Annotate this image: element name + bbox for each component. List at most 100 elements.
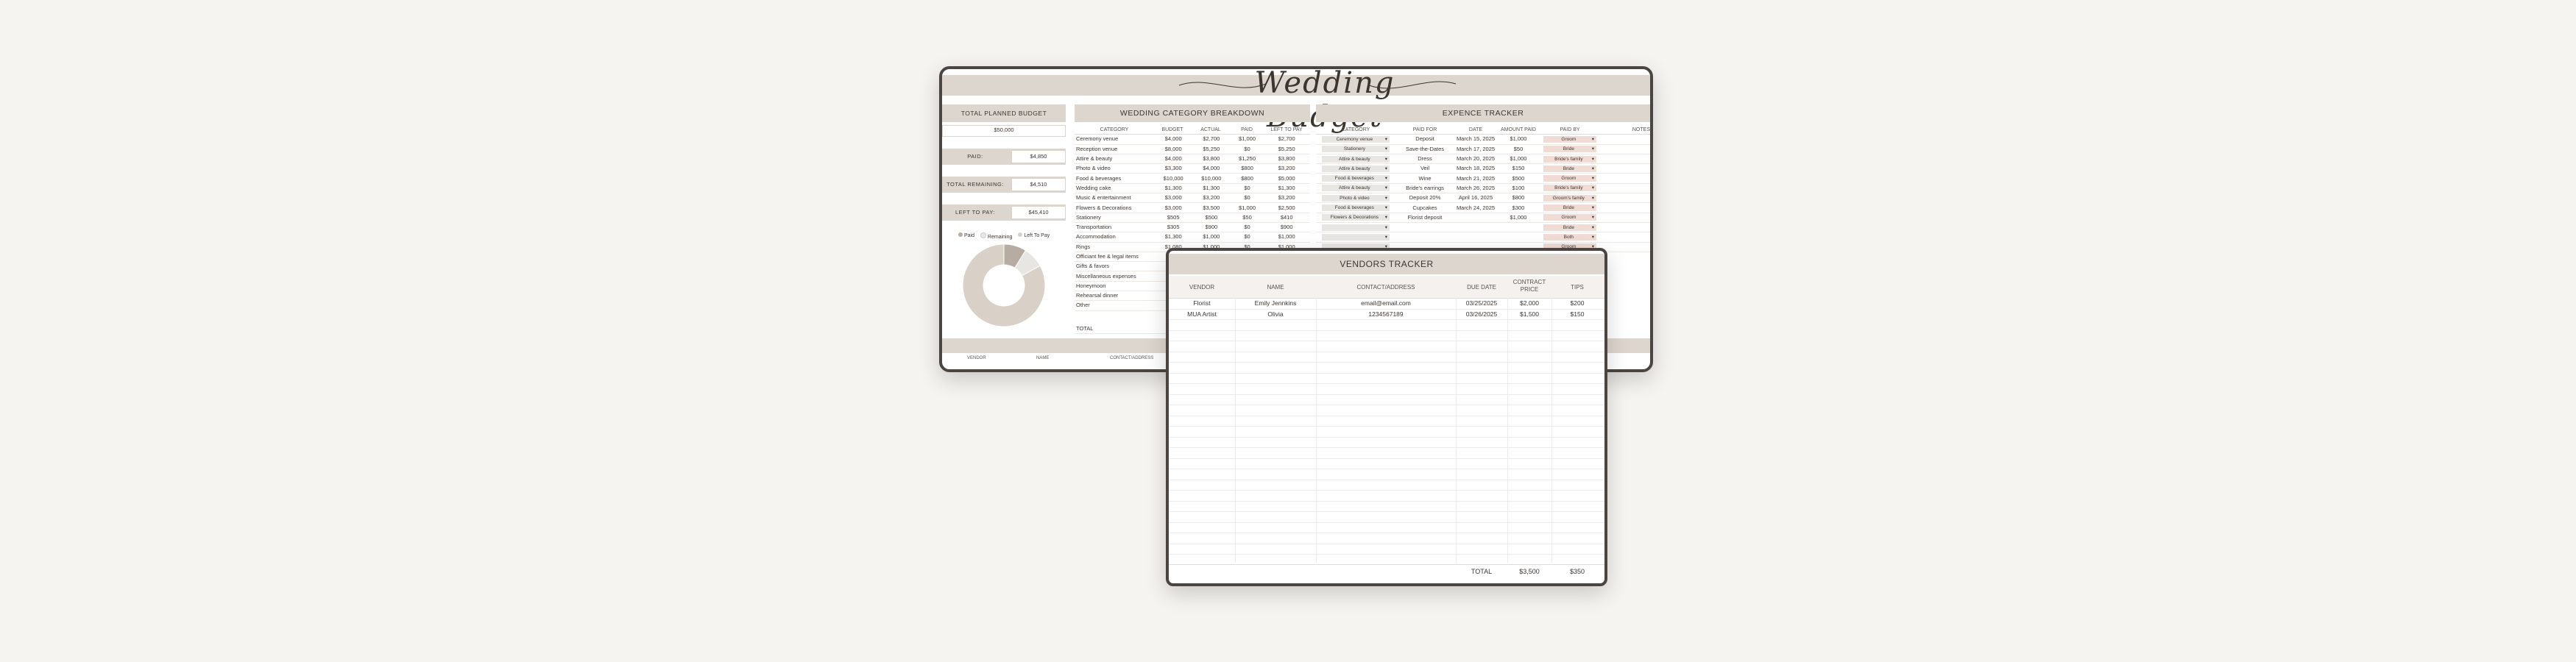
expense-row: Attire & beauty ▾ Veil March 18, 2025 $150 B…	[1316, 164, 1650, 174]
breakdown-category: Rings	[1076, 243, 1091, 250]
vendor-contract-price: $1,500	[1520, 310, 1539, 318]
breakdown-row: Ceremony venue $4,000 $2,700 $1,000 $2,700	[1075, 135, 1310, 145]
expense-paid-for: Florist deposit	[1407, 213, 1443, 221]
expense-date: March 26, 2025	[1456, 184, 1496, 191]
expense-paid-by-select[interactable]: Groom ▾	[1543, 214, 1596, 221]
vendors-total-price: $3,500	[1519, 568, 1540, 575]
chevron-down-icon: ▾	[1384, 215, 1387, 221]
expense-paid-by-select[interactable]: Bride ▾	[1543, 204, 1596, 212]
breakdown-budget: $4,000	[1164, 155, 1182, 163]
expense-amount: $500	[1512, 174, 1525, 182]
breakdown-row: Photo & video $3,300 $4,000 $800 $3,200	[1075, 164, 1310, 174]
expense-category-value: Attire & beauty	[1339, 156, 1370, 162]
breakdown-paid: $0	[1244, 184, 1250, 191]
breakdown-row: Accommodation $1,300 $1,000 $0 $1,000	[1075, 232, 1310, 243]
expense-category-value: Stationery	[1343, 146, 1365, 152]
breakdown-actual: $5,250	[1203, 145, 1220, 152]
chevron-down-icon: ▾	[1591, 146, 1594, 152]
grid-line	[1169, 458, 1604, 459]
breakdown-row: Wedding cake $1,300 $1,300 $0 $1,300	[1075, 184, 1310, 194]
breakdown-header: WEDDING CATEGORY BREAKDOWN	[1075, 104, 1310, 122]
expense-paid-by-select[interactable]: Bride ▾	[1543, 146, 1596, 153]
vendor-name: Olivia	[1267, 310, 1284, 318]
breakdown-category: Flowers & Decorations	[1076, 204, 1132, 211]
vendor-tips: $200	[1570, 299, 1585, 307]
expense-category-select[interactable]: Stationery ▾	[1322, 146, 1390, 153]
expense-amount: $300	[1512, 204, 1525, 211]
expense-paid-by-select[interactable]: Groom ▾	[1543, 175, 1596, 182]
vendors-back-col-contact: CONTACT/ADDRESS	[1110, 356, 1154, 360]
vendors-back-col-vendor: VENDOR	[967, 356, 986, 360]
breakdown-paid: $0	[1244, 194, 1250, 202]
budget-donut-chart	[962, 243, 1046, 327]
planned-budget-header: TOTAL PLANNED BUDGET	[942, 104, 1066, 122]
expense-paid-by-select[interactable]: Bride ▾	[1543, 165, 1596, 172]
left-label: LEFT TO PAY:	[955, 209, 996, 216]
grid-line	[1169, 522, 1604, 523]
expense-category-select[interactable]: Attire & beauty ▾	[1322, 165, 1390, 172]
expense-category-select[interactable]: Flowers & Decorations ▾	[1322, 214, 1390, 221]
expense-category-select[interactable]: Photo & video ▾	[1322, 194, 1390, 202]
grid-line	[1169, 330, 1604, 331]
breakdown-row: Attire & beauty $4,000 $3,800 $1,250 $3,800	[1075, 154, 1310, 165]
breakdown-row: Music & entertainment $3,000 $3,200 $0 $3,20…	[1075, 193, 1310, 204]
expense-category-select[interactable]: Food & beverages ▾	[1322, 204, 1390, 212]
expense-category-select[interactable]: ▾	[1322, 224, 1390, 231]
expense-paid-by-select[interactable]: Both ▾	[1543, 233, 1596, 241]
breakdown-category: Miscellaneous expenses	[1076, 272, 1136, 280]
vendors-col-due: DUE DATE	[1467, 284, 1496, 291]
chevron-down-icon: ▾	[1384, 156, 1387, 162]
expense-date: March 17, 2025	[1456, 145, 1496, 152]
breakdown-left: $2,500	[1278, 204, 1295, 211]
expense-paid-by-select[interactable]: Bride's family ▾	[1543, 185, 1596, 192]
expense-date: March 20, 2025	[1456, 155, 1496, 163]
expense-category-select[interactable]: Food & beverages ▾	[1322, 175, 1390, 182]
expense-category-select[interactable]: ▾	[1322, 233, 1390, 241]
breakdown-paid: $0	[1244, 233, 1250, 241]
grid-line	[1169, 383, 1604, 384]
chevron-down-icon: ▾	[1591, 166, 1594, 171]
expense-paid-by-select[interactable]: Bride's family ▾	[1543, 155, 1596, 163]
breakdown-left: $2,700	[1278, 135, 1295, 143]
expense-paid-by-select[interactable]: Groom's family ▾	[1543, 194, 1596, 202]
expense-paid-for: Save-the-Dates	[1405, 145, 1445, 152]
expense-amount: $1,000	[1510, 155, 1527, 163]
chevron-down-icon: ▾	[1591, 136, 1594, 142]
expense-paid-by-select[interactable]: Bride ▾	[1543, 224, 1596, 231]
expense-row: Attire & beauty ▾ Bride's earrings March 2…	[1316, 184, 1650, 194]
expense-category-select[interactable]: Ceremony venue ▾	[1322, 135, 1390, 143]
vendors-tracker-sheet: VENDORS TRACKER VENDOR NAME CONTACT/ADDR…	[1166, 248, 1607, 586]
vendor-name: Emily Jennkins	[1254, 299, 1297, 307]
breakdown-left: $1,300	[1278, 184, 1295, 191]
expense-paid-for: Cupcakes	[1412, 204, 1437, 211]
chevron-down-icon: ▾	[1591, 224, 1594, 230]
breakdown-budget: $10,000	[1163, 174, 1183, 182]
breakdown-category: Stationery	[1076, 213, 1101, 221]
expense-category-select[interactable]: Attire & beauty ▾	[1322, 155, 1390, 163]
breakdown-paid: $800	[1241, 165, 1253, 172]
expense-paid-by-value: Bride	[1563, 205, 1574, 211]
vendor-due-date: 03/26/2025	[1465, 310, 1498, 318]
vendor-type: MUA Artist	[1187, 310, 1217, 318]
breakdown-budget: $4,000	[1164, 135, 1182, 143]
expense-header-row: CATEGORY PAID FOR DATE AMOUNT PAID PAID …	[1316, 125, 1650, 135]
breakdown-left: $410	[1280, 213, 1293, 221]
expense-paid-by-value: Both	[1563, 234, 1574, 240]
breakdown-category: Attire & beauty	[1076, 155, 1113, 163]
grid-line	[1169, 372, 1604, 374]
expense-paid-by-select[interactable]: Groom ▾	[1543, 135, 1596, 143]
expense-paid-for: Dress	[1418, 155, 1432, 163]
breakdown-actual: $4,000	[1203, 165, 1220, 172]
vendors-total-tips: $350	[1569, 568, 1585, 575]
expense-category-value: Attire & beauty	[1339, 166, 1370, 171]
grid-line	[1169, 394, 1604, 395]
chevron-down-icon: ▾	[1591, 205, 1594, 211]
breakdown-actual: $1,000	[1203, 233, 1220, 241]
expense-date: March 15, 2025	[1456, 135, 1496, 143]
col-actual: ACTUAL	[1200, 127, 1221, 132]
exp-col-amount: AMOUNT PAID	[1501, 127, 1536, 132]
chevron-down-icon: ▾	[1591, 156, 1594, 162]
chevron-down-icon: ▾	[1591, 215, 1594, 221]
expense-category-select[interactable]: Attire & beauty ▾	[1322, 185, 1390, 192]
breakdown-budget: $8,000	[1164, 145, 1182, 152]
